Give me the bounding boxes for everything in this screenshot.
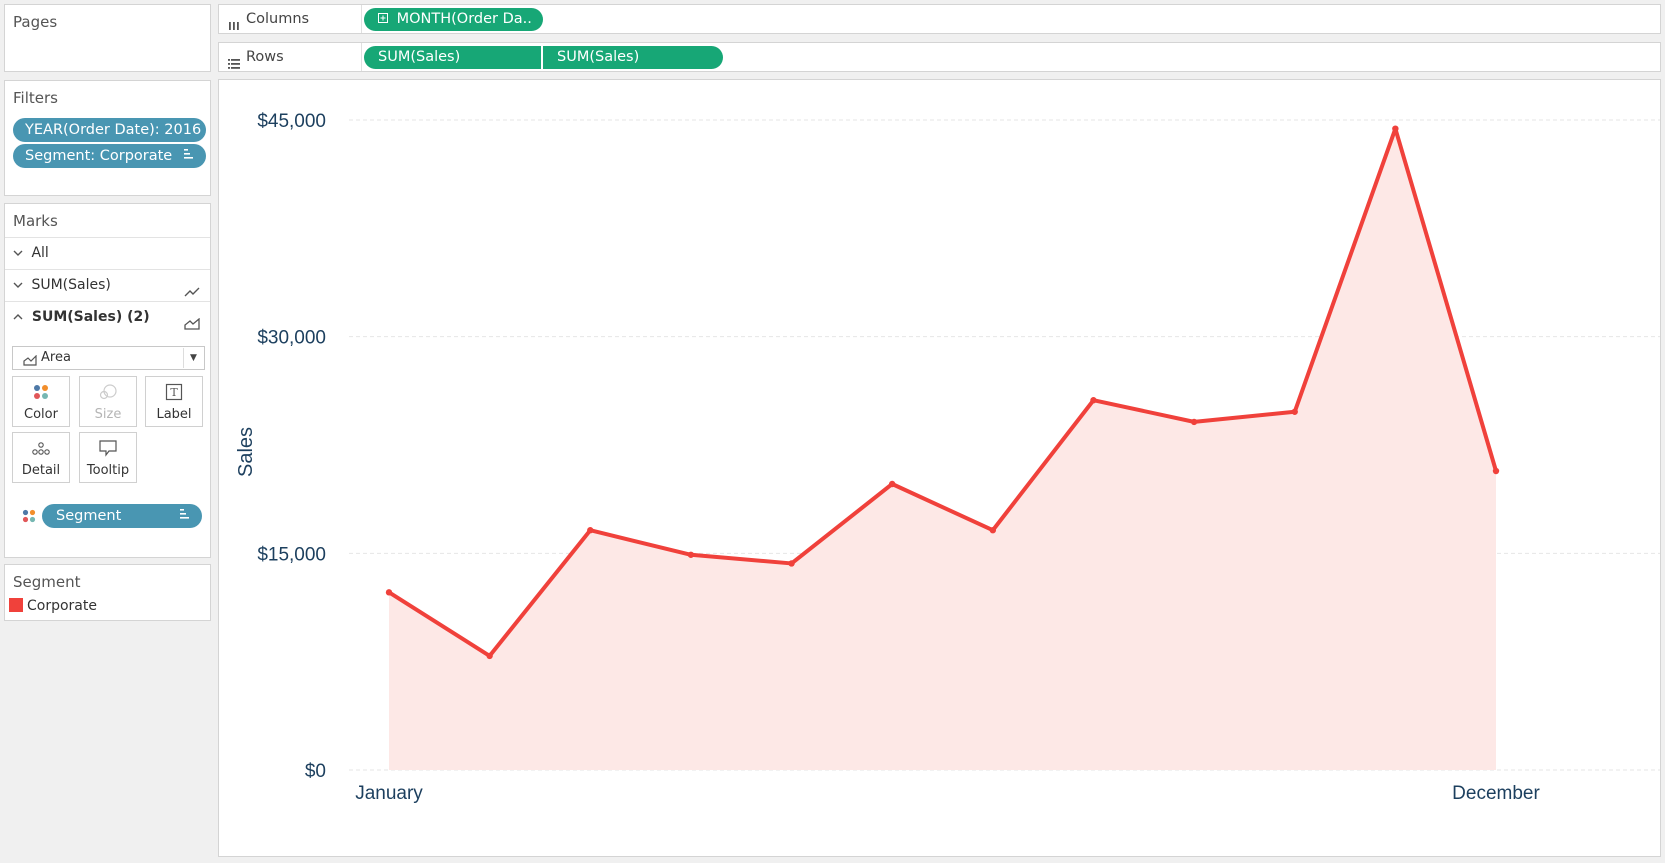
data-point[interactable] (1291, 408, 1298, 415)
rows-shelf[interactable]: Rows SUM(Sales) SUM(Sales) (218, 42, 1661, 72)
chevron-up-icon (13, 302, 27, 333)
sort-icon (184, 144, 194, 168)
detail-button-label: Detail (21, 463, 61, 478)
size-button[interactable]: Size (79, 376, 137, 427)
detail-button[interactable]: Detail (12, 432, 70, 483)
y-tick-label: $30,000 (257, 328, 326, 349)
month-order-date-pill[interactable]: MONTH(Order Da.. (364, 8, 543, 31)
color-button[interactable]: Color (12, 376, 70, 427)
svg-text:T: T (170, 386, 178, 399)
data-point[interactable] (587, 527, 594, 534)
filters-card: Filters YEAR(Order Date): 2016 Segment: … (4, 80, 211, 196)
chevron-down-icon (13, 238, 27, 269)
columns-shelf-label: Columns (219, 5, 362, 33)
mark-type-dropdown[interactable]: Area ▼ (12, 346, 205, 370)
marks-card-label: All (31, 245, 49, 261)
color-icon (22, 509, 36, 527)
data-point[interactable] (989, 527, 997, 534)
y-tick-label: $45,000 (257, 111, 326, 132)
marks-card-label: SUM(Sales) (31, 277, 111, 293)
area-icon (23, 352, 37, 374)
marks-card: Marks All SUM(Sales) SUM(Sales) (2) Area… (4, 203, 211, 558)
filter-pill-segment[interactable]: Segment: Corporate (13, 144, 206, 168)
size-button-label: Size (94, 407, 122, 422)
marks-card-all[interactable]: All (5, 237, 210, 269)
y-tick-label: $0 (305, 761, 326, 782)
data-point[interactable] (888, 480, 896, 488)
color-icon (13, 383, 69, 405)
marks-card-sum-sales[interactable]: SUM(Sales) (5, 269, 210, 301)
data-point[interactable] (788, 560, 795, 567)
data-point[interactable] (1090, 397, 1097, 404)
data-point[interactable] (385, 589, 393, 596)
columns-label-text: Columns (246, 11, 310, 27)
data-point[interactable] (1492, 467, 1500, 475)
marks-title: Marks (13, 212, 58, 230)
chevron-down-icon (13, 270, 27, 301)
legend-swatch (9, 598, 23, 612)
pill-label: SUM(Sales) (378, 49, 461, 65)
area-icon (184, 311, 200, 342)
pages-card: Pages (4, 4, 211, 72)
rows-label-text: Rows (246, 49, 284, 65)
segment-pill-label: Segment (56, 508, 122, 524)
plus-box-icon (378, 8, 392, 31)
label-button[interactable]: T Label (145, 376, 203, 427)
legend-item[interactable]: Corporate (5, 595, 210, 617)
data-point[interactable] (486, 652, 493, 660)
columns-shelf[interactable]: Columns MONTH(Order Da.. (218, 4, 1661, 34)
segment-legend: Segment Corporate (4, 564, 211, 621)
pill-label: MONTH(Order Da.. (396, 11, 532, 27)
sort-icon (180, 504, 190, 528)
label-icon: T (146, 383, 202, 405)
filter-pill-year[interactable]: YEAR(Order Date): 2016 (13, 118, 206, 142)
tooltip-button[interactable]: Tooltip (79, 432, 137, 483)
x-tick-label: December (1452, 783, 1540, 804)
y-tick-label: $15,000 (257, 544, 326, 565)
rows-shelf-label: Rows (219, 43, 362, 71)
data-point[interactable] (687, 551, 695, 558)
chevron-down-icon: ▼ (183, 348, 203, 368)
filter-pill-label: Segment: Corporate (25, 148, 173, 164)
sum-sales-pill[interactable]: SUM(Sales) (364, 46, 541, 69)
legend-item-label: Corporate (27, 598, 97, 614)
marks-card-sum-sales-2[interactable]: SUM(Sales) (2) (5, 301, 210, 333)
columns-icon (228, 13, 240, 41)
pages-title: Pages (13, 13, 58, 31)
color-button-label: Color (24, 407, 58, 422)
size-icon (80, 383, 136, 405)
pill-label: SUM(Sales) (557, 49, 640, 65)
sum-sales-pill-2[interactable]: SUM(Sales) (543, 46, 723, 69)
label-button-label: Label (156, 407, 192, 422)
segment-color-pill[interactable]: Segment (42, 504, 202, 528)
detail-icon (13, 439, 69, 461)
tooltip-button-label: Tooltip (86, 463, 130, 478)
data-point[interactable] (1392, 125, 1399, 132)
x-tick-label: January (355, 783, 423, 804)
marks-card-label: SUM(Sales) (2) (31, 309, 150, 325)
chart-view[interactable]: $0 $15,000 $30,000 $45,000 January December … (218, 79, 1661, 857)
data-point[interactable] (1190, 418, 1198, 426)
rows-icon (228, 51, 240, 79)
sales-area-chart: $0$15,000$30,000$45,000 January December … (235, 111, 1660, 804)
area-series (389, 128, 1496, 770)
filters-title: Filters (13, 89, 58, 107)
y-axis-title: Sales (235, 427, 257, 477)
tooltip-icon (80, 439, 136, 461)
filter-pill-label: YEAR(Order Date): 2016 (25, 122, 202, 138)
mark-type-value: Area (41, 350, 71, 365)
legend-title: Segment (13, 573, 81, 591)
